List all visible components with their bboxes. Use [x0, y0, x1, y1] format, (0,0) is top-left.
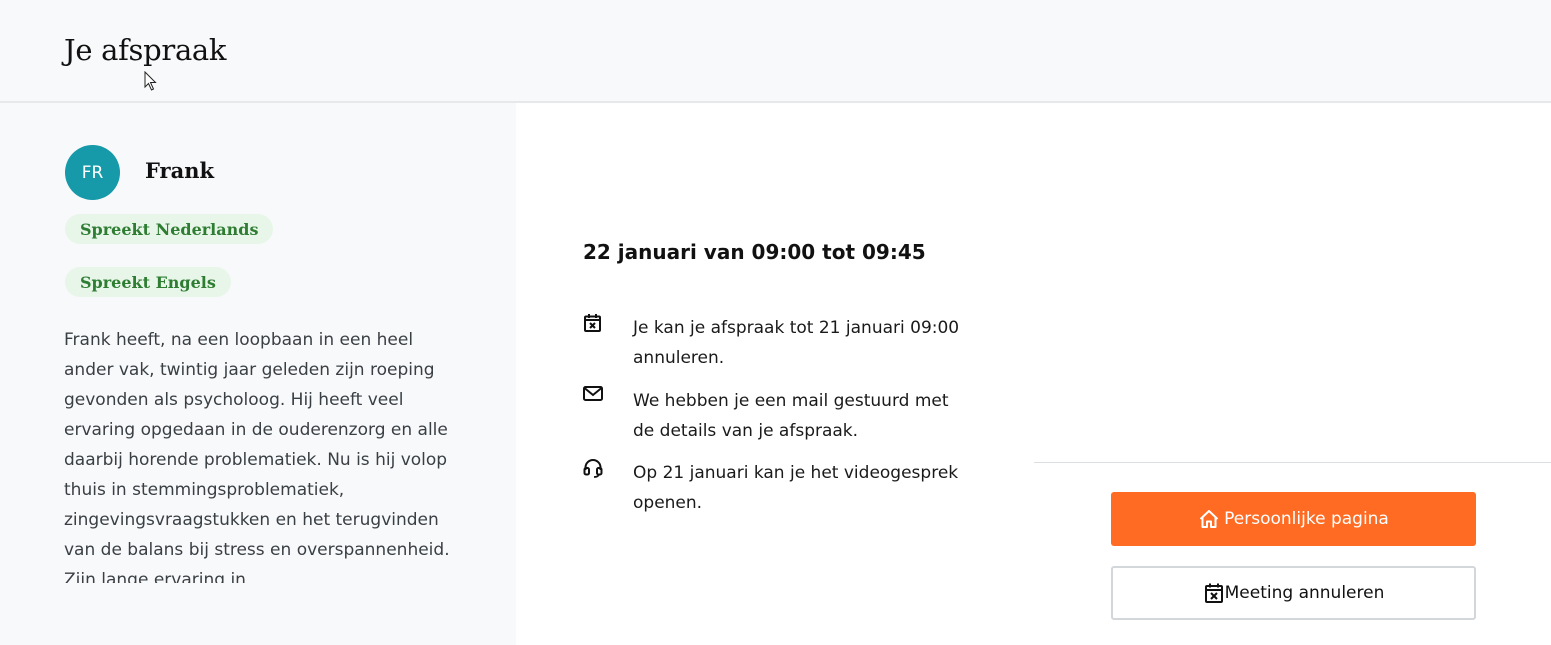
actions-divider [1034, 462, 1551, 463]
counselor-name: Frank [145, 158, 215, 183]
avatar: FR [65, 145, 120, 200]
counselor-bio: Frank heeft, na een loopbaan in een heel… [64, 330, 450, 583]
language-badge-dutch: Spreekt Nederlands [65, 214, 274, 244]
appointment-time: 22 januari van 09:00 tot 09:45 [583, 240, 926, 264]
counselor-panel: FR Frank Spreekt Nederlands Spreekt Enge… [0, 103, 516, 645]
mail-icon [583, 386, 603, 401]
info-video-text: Op 21 januari kan je het videogesprek op… [633, 463, 959, 513]
cancel-meeting-label: Meeting annuleren [1224, 583, 1385, 603]
info-cancel-text: Je kan je afspraak tot 21 januari 09:00 … [633, 318, 960, 368]
calendar-x-icon [584, 314, 601, 332]
home-icon [1199, 510, 1219, 528]
personal-page-label: Persoonlijke pagina [1224, 509, 1389, 529]
page-header: Je afspraak [0, 0, 1551, 103]
mouse-cursor-icon [144, 71, 157, 91]
personal-page-button[interactable]: Persoonlijke pagina [1111, 492, 1476, 546]
language-badge-english: Spreekt Engels [65, 267, 231, 297]
headset-icon [583, 459, 603, 478]
cancel-meeting-button[interactable]: Meeting annuleren [1111, 566, 1476, 620]
calendar-x-icon [1204, 583, 1223, 603]
page-title: Je afspraak [64, 33, 227, 67]
info-mail-text: We hebben je een mail gestuurd met de de… [633, 391, 949, 441]
